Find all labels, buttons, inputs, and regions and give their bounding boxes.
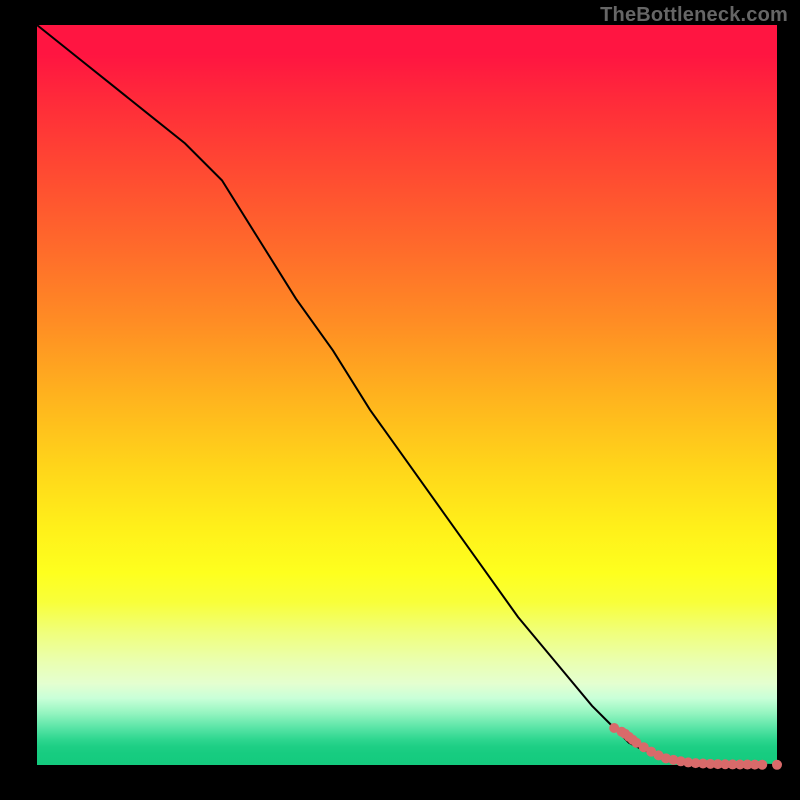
watermark-text: TheBottleneck.com: [600, 4, 788, 27]
chart-curve: [37, 25, 777, 765]
data-point: [757, 760, 767, 770]
chart-points: [609, 723, 782, 770]
chart-overlay: [37, 25, 777, 765]
plot-area: [36, 24, 778, 766]
chart-frame: TheBottleneck.com: [0, 0, 800, 800]
data-point: [772, 760, 782, 770]
